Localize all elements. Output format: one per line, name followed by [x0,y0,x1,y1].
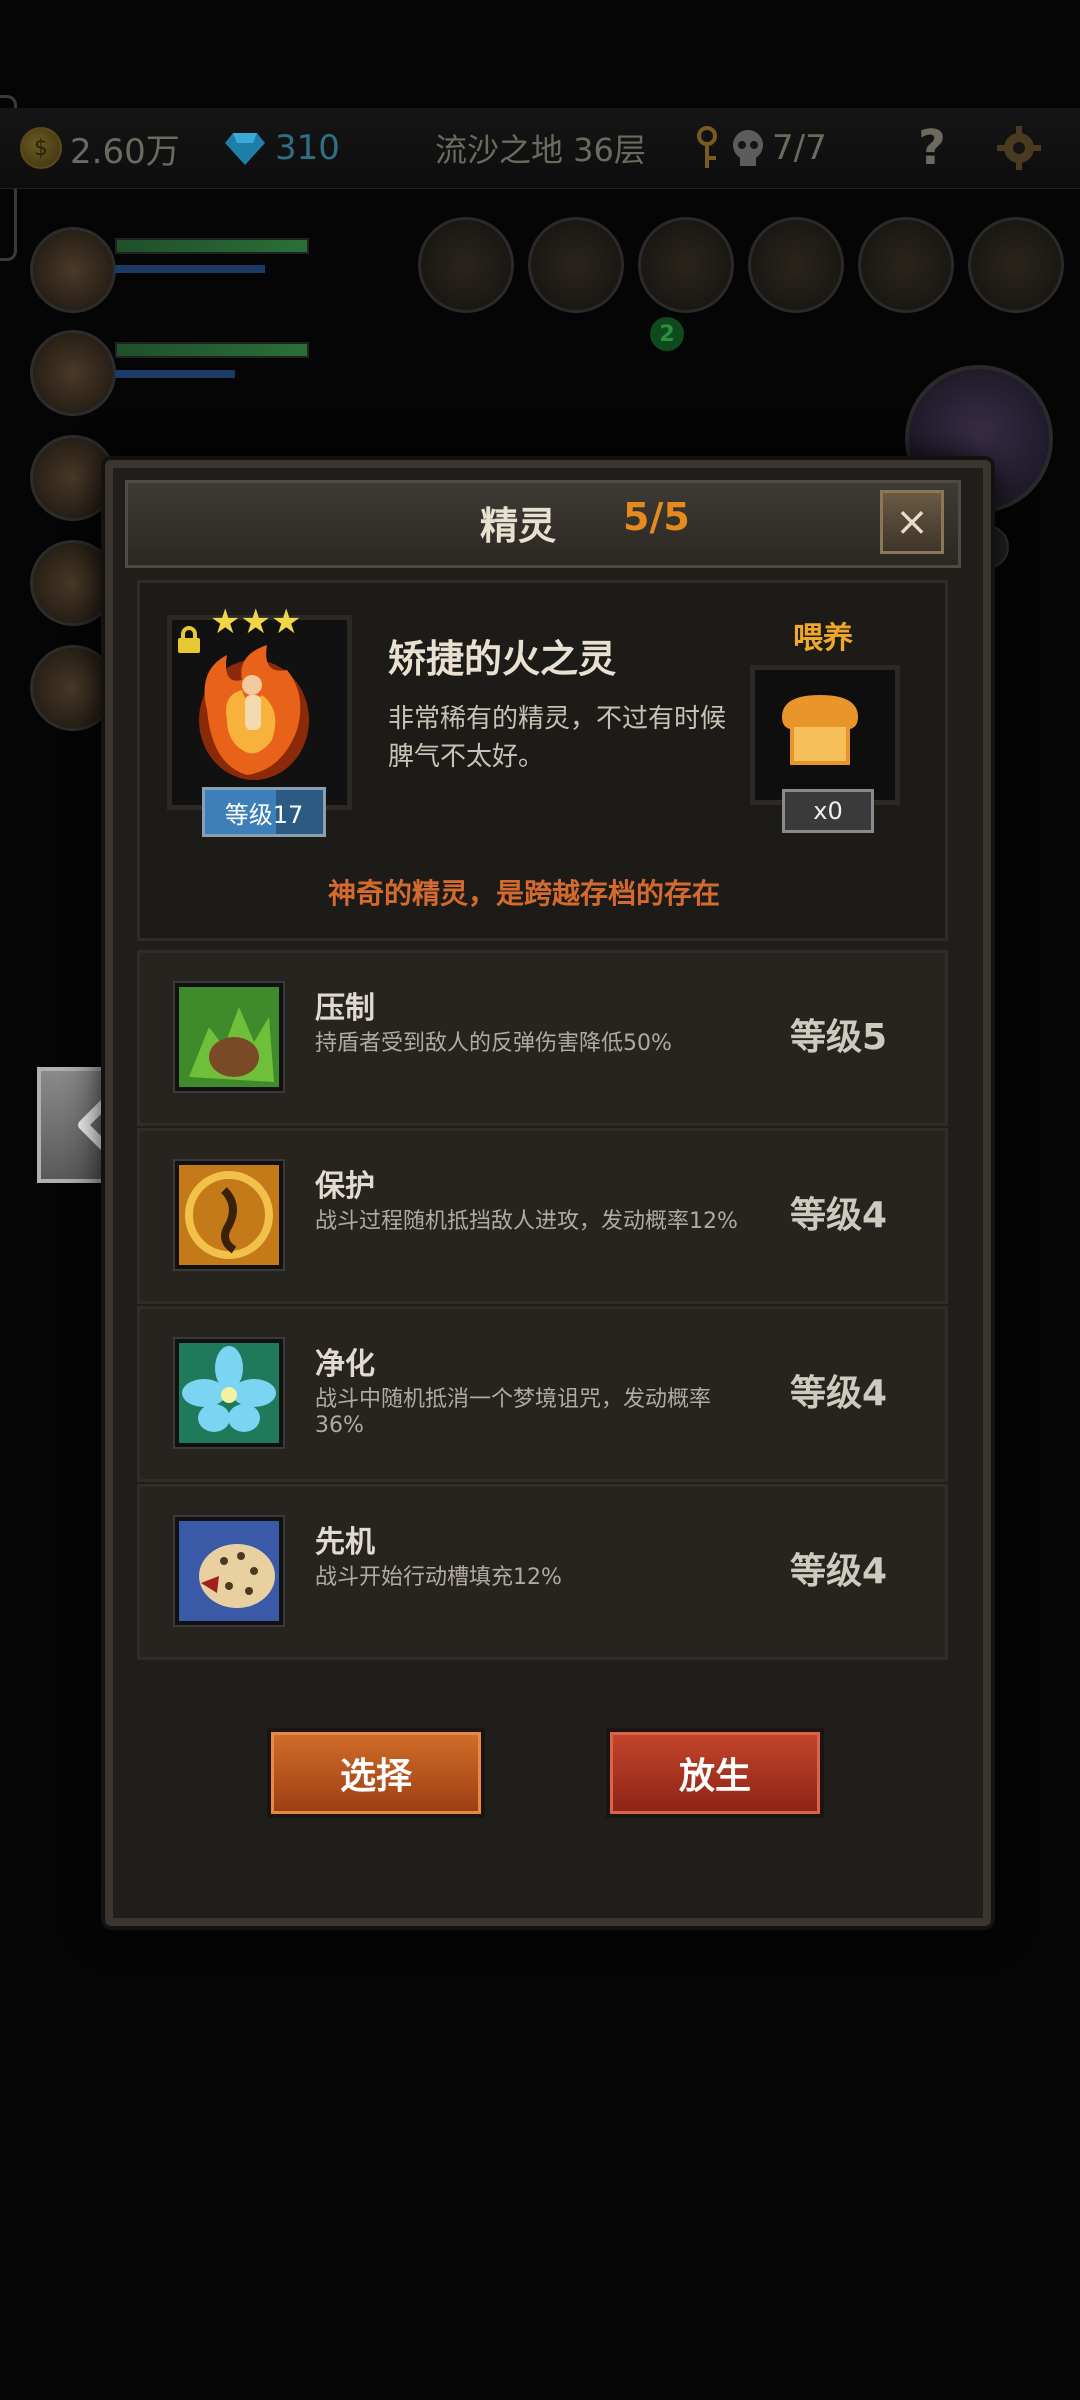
help-icon: ? [918,120,946,176]
location-label: 流沙之地 36层 [435,131,646,169]
skill-row: 保护 战斗过程随机抵挡敌人进攻，发动概率12% 等级4 [137,1128,948,1304]
skill-description: 战斗中随机抵消一个梦境诅咒，发动概率36% [315,1387,712,1438]
skill-row: 先机 战斗开始行动槽填充12% 等级4 [137,1484,948,1660]
skill-name: 净化 [315,1347,375,1382]
skill-level: 等级5 [790,1017,888,1058]
select-button[interactable]: 选择 [267,1728,485,1818]
release-button[interactable]: 放生 [606,1728,824,1818]
top-hud: $ 2.60万 310 流沙之地 36层 7/7 ? [0,108,1080,189]
coin-value: 2.60万 [70,131,180,172]
skill-name: 压制 [315,991,375,1026]
help-button[interactable]: ? [918,120,946,176]
skill-description: 战斗过程随机抵挡敌人进攻，发动概率12% [315,1209,738,1234]
hero-portrait[interactable] [30,645,116,731]
lock-icon [178,626,200,653]
skill-name: 先机 [315,1525,375,1560]
key-icon [697,126,717,168]
hero-portrait[interactable] [30,435,116,521]
relic-slot-potion[interactable] [858,217,954,313]
coin-counter: $ 2.60万 [20,124,180,172]
spirit-name: 矫捷的火之灵 [388,637,617,681]
skill-level: 等级4 [790,1373,888,1414]
skill-name: 保护 [315,1169,375,1204]
hero-portrait[interactable] [30,227,116,313]
claw-skill-icon [175,983,283,1091]
gear-icon [997,126,1041,170]
relic-slot-feather[interactable] [748,217,844,313]
skill-level: 等级4 [790,1551,888,1592]
relic-slot-bell[interactable] [638,217,734,313]
bread-icon [782,695,858,765]
hero-portrait[interactable] [30,540,116,626]
feed-label: 喂养 [793,621,853,656]
blue-flower-skill-icon [175,1339,283,1447]
skill-description: 持盾者受到敌人的反弹伤害降低50% [315,1031,672,1056]
gem-counter: 310 [225,124,340,172]
spirit-tagline: 神奇的精灵，是跨越存档的存在 [328,877,721,910]
coin-icon: $ [20,127,62,169]
hero-mana-bar [115,265,265,273]
skill-description: 战斗开始行动槽填充12% [315,1565,562,1590]
gem-value: 310 [275,128,340,168]
rarity-stars: ★★★ [210,602,302,642]
leopard-skill-icon [175,1517,283,1625]
skill-row: 净化 战斗中随机抵消一个梦境诅咒，发动概率36% 等级4 [137,1306,948,1482]
settings-button[interactable] [995,124,1043,172]
feed-item-count: x0 [782,789,874,833]
hero-portrait[interactable] [30,330,116,416]
spirit-count: 5/5 [623,495,690,539]
diamond-icon [225,133,265,165]
panel-title: 精灵 [480,504,557,548]
skill-level: 等级4 [790,1195,888,1236]
skull-value: 7/7 [772,128,827,168]
relic-slot-pepper[interactable] [528,217,624,313]
hero-health-bar [115,238,309,254]
hero-health-bar [115,342,309,358]
feed-button[interactable] [750,665,900,805]
close-icon: × [895,499,929,545]
skill-row: 压制 持盾者受到敌人的反弹伤害降低50% 等级5 [137,950,948,1126]
fairy-shield-skill-icon [175,1161,283,1269]
fire-spirit-image [199,645,309,780]
relic-slot-horse[interactable] [418,217,514,313]
relic-count-badge: 2 [650,317,684,351]
close-button[interactable]: × [880,490,944,554]
relic-slot-coffin[interactable] [968,217,1064,313]
spirit-description: 非常稀有的精灵，不过有时候脾气不太好。 [388,704,727,772]
spirit-level-badge: 等级17 [202,787,326,837]
skull-counter: 7/7 [692,124,827,172]
skull-icon [733,130,763,166]
hero-mana-bar [115,370,235,378]
